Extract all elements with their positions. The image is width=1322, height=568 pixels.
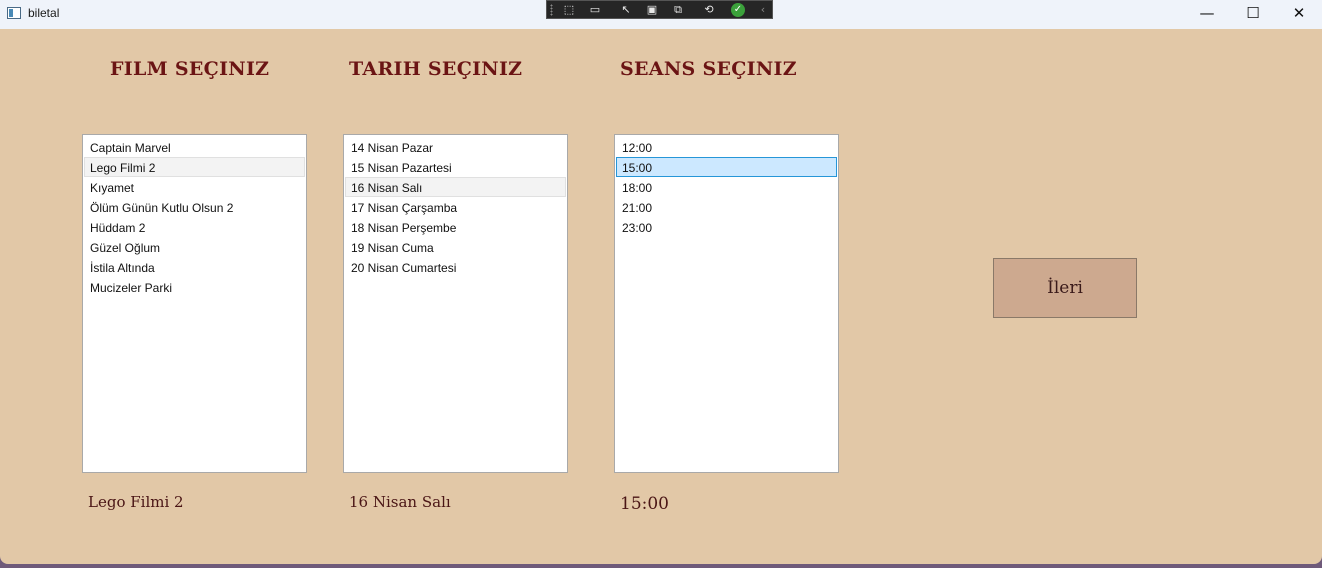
selected-date-label: 16 Nisan Salı — [349, 493, 451, 511]
debug-toolbar: ⬚ ▭ ↖ ▣ ⧉ ⟲ ✓ ‹ — [546, 0, 773, 19]
date-list-item[interactable]: 18 Nisan Perşembe — [345, 217, 566, 237]
app-window: biletal ⬚ ▭ ↖ ▣ ⧉ ⟲ ✓ ‹ — ☐ ✕ FILM SEÇIN… — [0, 0, 1322, 564]
close-button[interactable]: ✕ — [1276, 0, 1322, 29]
film-list-item[interactable]: Güzel Oğlum — [84, 237, 305, 257]
next-button[interactable]: İleri — [993, 258, 1137, 318]
date-list-item[interactable]: 15 Nisan Pazartesi — [345, 157, 566, 177]
ok-check-icon[interactable]: ✓ — [731, 3, 745, 17]
film-listbox[interactable]: Captain Marvel Lego Filmi 2 Kıyamet Ölüm Gü… — [82, 134, 307, 473]
title-bar: biletal ⬚ ▭ ↖ ▣ ⧉ ⟲ ✓ ‹ — ☐ ✕ — [0, 0, 1322, 29]
maximize-button[interactable]: ☐ — [1230, 0, 1276, 29]
window-title: biletal — [28, 6, 60, 20]
film-heading: FILM SEÇINIZ — [110, 58, 270, 80]
session-listbox[interactable]: 12:00 15:00 18:00 21:00 23:00 — [614, 134, 839, 473]
film-list-item[interactable]: Captain Marvel — [84, 137, 305, 157]
focus-rect-icon[interactable]: ▣ — [644, 3, 660, 17]
session-heading: SEANS SEÇINIZ — [620, 58, 797, 80]
collapse-icon[interactable]: ‹ — [755, 3, 771, 17]
minimize-button[interactable]: — — [1184, 0, 1230, 29]
film-list-item[interactable]: Kıyamet — [84, 177, 305, 197]
select-element-icon[interactable]: ⬚ — [561, 3, 577, 17]
film-list-item[interactable]: Lego Filmi 2 — [84, 157, 305, 177]
film-list-item[interactable]: İstila Altında — [84, 257, 305, 277]
pointer-select-icon[interactable]: ↖ — [618, 3, 634, 17]
binding-failures-icon[interactable]: ⟲ — [701, 3, 717, 17]
date-list-item[interactable]: 17 Nisan Çarşamba — [345, 197, 566, 217]
date-list-item[interactable]: 14 Nisan Pazar — [345, 137, 566, 157]
date-list-item[interactable]: 19 Nisan Cuma — [345, 237, 566, 257]
toolbar-grip-icon[interactable] — [550, 4, 553, 16]
app-icon — [7, 7, 21, 19]
film-list-item[interactable]: Mucizeler Parki — [84, 277, 305, 297]
film-list-item[interactable]: Hüddam 2 — [84, 217, 305, 237]
date-list-item[interactable]: 20 Nisan Cumartesi — [345, 257, 566, 277]
date-list-item[interactable]: 16 Nisan Salı — [345, 177, 566, 197]
session-list-item[interactable]: 21:00 — [616, 197, 837, 217]
session-list-item[interactable]: 15:00 — [616, 157, 837, 177]
record-icon[interactable]: ▭ — [587, 3, 603, 17]
film-list-item[interactable]: Ölüm Günün Kutlu Olsun 2 — [84, 197, 305, 217]
session-list-item[interactable]: 23:00 — [616, 217, 837, 237]
hot-reload-icon[interactable]: ⧉ — [670, 3, 686, 17]
session-list-item[interactable]: 12:00 — [616, 137, 837, 157]
session-list-item[interactable]: 18:00 — [616, 177, 837, 197]
date-listbox[interactable]: 14 Nisan Pazar 15 Nisan Pazartesi 16 Nisan… — [343, 134, 568, 473]
selected-film-label: Lego Filmi 2 — [88, 493, 184, 511]
selected-session-label: 15:00 — [620, 494, 669, 514]
date-heading: TARIH SEÇINIZ — [349, 58, 523, 80]
